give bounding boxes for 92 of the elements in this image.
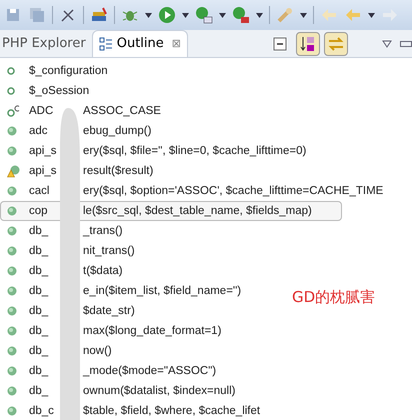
element-name: ADC	[29, 104, 54, 119]
outline-row[interactable]: db_ e_in($item_list, $field_name='')	[0, 281, 242, 301]
outline-row[interactable]: cacl ery($sql, $option='ASSOC', $cache_lifttime=CACHE_TIME	[0, 181, 384, 201]
outline-row[interactable]: db_c $table, $field, $where, $cache_lifet	[0, 401, 262, 420]
outline-row[interactable]: db_ _mode($mode="ASSOC")	[0, 361, 218, 381]
method-icon	[7, 326, 17, 336]
books-icon[interactable]	[90, 6, 108, 24]
view-tab[interactable]: Outline ⊠	[92, 30, 188, 57]
element-signature: le($src_sql, $dest_table_name, $fields_map)	[83, 204, 312, 219]
element-name: cacl	[29, 184, 50, 199]
element-signature: t($data)	[83, 264, 123, 279]
element-signature: ASSOC_CASE	[83, 104, 161, 119]
run-icon[interactable]	[158, 6, 176, 24]
outline-row[interactable]: api_s ery($sql, $file='', $line=0, $cache_lifttime=0)	[0, 141, 308, 161]
element-name: db_	[29, 224, 50, 239]
annotation-text: GD的枕腻害	[292, 287, 376, 307]
save-icon[interactable]	[4, 6, 22, 24]
element-signature: ownum($datalist, $index=null)	[83, 384, 236, 399]
element-name: cop	[29, 204, 49, 219]
dropdown-caret-icon[interactable]	[300, 12, 307, 18]
element-signature: e_in($item_list, $field_name='')	[83, 284, 242, 299]
element-signature: result($result)	[83, 164, 154, 179]
method-icon	[7, 206, 17, 216]
collapse-icon	[273, 36, 287, 50]
element-name: db_	[29, 364, 50, 379]
method-icon	[7, 146, 17, 156]
dropdown-caret-icon[interactable]	[145, 12, 152, 18]
element-signature: nit_trans()	[83, 244, 135, 259]
view-tab[interactable]: PHP Explorer	[0, 30, 92, 57]
field-icon	[7, 87, 15, 95]
method-icon	[7, 346, 17, 356]
outline-row[interactable]: ADC ASSOC_CASE	[0, 101, 162, 121]
element-signature: _mode($mode="ASSOC")	[83, 364, 216, 379]
run-config-icon[interactable]	[195, 6, 213, 24]
sort-button[interactable]	[296, 32, 320, 56]
outline-row[interactable]: $_oSession	[0, 81, 90, 101]
method-icon	[7, 226, 17, 236]
dropdown-caret-icon[interactable]	[368, 12, 375, 18]
method-warning-icon	[7, 164, 21, 178]
element-name: db_	[29, 384, 50, 399]
method-icon	[7, 406, 17, 416]
method-icon	[7, 126, 17, 136]
minimize-icon[interactable]	[400, 40, 412, 46]
element-signature: ery($sql, $option='ASSOC', $cache_lifttime=CACHE_TIME	[83, 184, 384, 199]
outline-row[interactable]: adc ebug_dump()	[0, 121, 152, 141]
sort-icon	[299, 34, 317, 52]
element-name: $_configuration	[29, 64, 108, 79]
outline-row[interactable]: db_ nit_trans()	[0, 241, 136, 261]
element-name: db_	[29, 304, 50, 319]
element-signature: ebug_dump()	[83, 124, 152, 139]
method-icon	[7, 366, 17, 376]
element-signature: $date_str)	[83, 304, 135, 319]
method-icon	[7, 246, 17, 256]
method-icon	[7, 286, 17, 296]
element-signature: $table, $field, $where, $cache_lifet	[83, 404, 260, 419]
dropdown-caret-icon[interactable]	[219, 12, 226, 18]
element-signature: _trans()	[83, 224, 123, 239]
element-name: db_	[29, 324, 50, 339]
method-icon	[7, 186, 17, 196]
swap-arrows-icon	[327, 34, 345, 52]
constant-icon	[7, 105, 20, 117]
field-icon	[7, 67, 15, 75]
element-name: db_	[29, 244, 50, 259]
element-name: db_c	[29, 404, 55, 419]
element-name: db_	[29, 264, 50, 279]
element-name: $_oSession	[29, 84, 90, 99]
outline-row[interactable]: db_ t($data)	[0, 261, 124, 281]
outline-row[interactable]: db_ $date_str)	[0, 301, 136, 321]
view-menu-icon[interactable]	[382, 40, 392, 48]
outline-row[interactable]: db_ _trans()	[0, 221, 124, 241]
outline-row[interactable]: db_ now()	[0, 341, 113, 361]
outline-row[interactable]: cop le($src_sql, $dest_table_name, $fields_map)	[0, 201, 342, 221]
method-icon	[7, 306, 17, 316]
run-tool-icon[interactable]	[232, 6, 250, 24]
element-name: api_s	[29, 144, 58, 159]
element-name: db_	[29, 284, 50, 299]
outline-icon	[98, 37, 113, 51]
close-tab-button[interactable]: ⊠	[172, 36, 181, 52]
dropdown-caret-icon[interactable]	[182, 12, 189, 18]
element-signature: max($long_date_format=1)	[83, 324, 222, 339]
outline-row[interactable]: $_configuration	[0, 61, 109, 81]
dropdown-caret-icon[interactable]	[256, 12, 263, 18]
method-icon	[7, 386, 17, 396]
method-icon	[7, 266, 17, 276]
element-name: api_s	[29, 164, 58, 179]
outline-row[interactable]: api_s result($result)	[0, 161, 154, 181]
element-name: db_	[29, 344, 50, 359]
element-signature: ery($sql, $file='', $line=0, $cache_lifttime=0)	[83, 144, 306, 159]
outline-row[interactable]: db_ max($long_date_format=1)	[0, 321, 222, 341]
element-signature: now()	[83, 344, 112, 359]
element-name: adc	[29, 124, 49, 139]
outline-row[interactable]: db_ ownum($datalist, $index=null)	[0, 381, 236, 401]
